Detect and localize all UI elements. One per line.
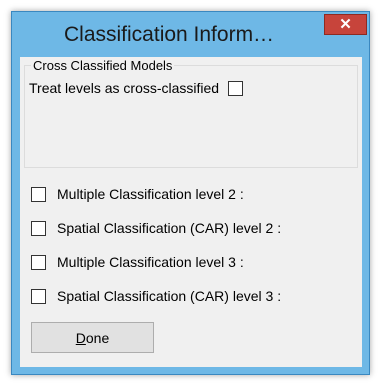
treat-cross-classified-checkbox[interactable] <box>228 80 244 96</box>
done-mnemonic: D <box>75 329 86 346</box>
treat-cross-classified-label: Treat levels as cross-classified <box>29 80 220 96</box>
spatial-level-3-label: Spatial Classification (CAR) level 3 : <box>57 288 282 304</box>
done-label-rest: one <box>85 329 110 346</box>
dialog-body: Cross Classified Models Treat levels as … <box>20 57 362 367</box>
window-title: Classification Inform… <box>64 23 275 46</box>
close-icon: ✕ <box>339 16 352 33</box>
spatial-level-3-checkbox[interactable] <box>31 288 46 304</box>
multiple-level-3-label: Multiple Classification level 3 : <box>57 254 244 270</box>
cross-classified-groupbox: Cross Classified Models Treat levels as … <box>24 58 358 168</box>
classification-dialog: Classification Inform… ✕ Cross Classifie… <box>11 11 370 375</box>
option-row-multiple-level-2: Multiple Classification level 2 : <box>31 186 244 202</box>
spatial-level-2-label: Spatial Classification (CAR) level 2 : <box>57 220 282 236</box>
groupbox-legend: Cross Classified Models <box>31 58 175 73</box>
option-row-spatial-level-2: Spatial Classification (CAR) level 2 : <box>31 220 281 236</box>
treat-cross-classified-row: Treat levels as cross-classified <box>29 80 244 96</box>
done-button[interactable]: Done <box>31 322 154 353</box>
option-row-spatial-level-3: Spatial Classification (CAR) level 3 : <box>31 288 281 304</box>
multiple-level-3-checkbox[interactable] <box>31 254 46 270</box>
title-bar[interactable]: Classification Inform… ✕ <box>12 12 369 57</box>
multiple-level-2-checkbox[interactable] <box>31 186 46 202</box>
close-button[interactable]: ✕ <box>324 14 367 35</box>
spatial-level-2-checkbox[interactable] <box>31 220 46 236</box>
multiple-level-2-label: Multiple Classification level 2 : <box>57 186 244 202</box>
option-row-multiple-level-3: Multiple Classification level 3 : <box>31 254 244 270</box>
